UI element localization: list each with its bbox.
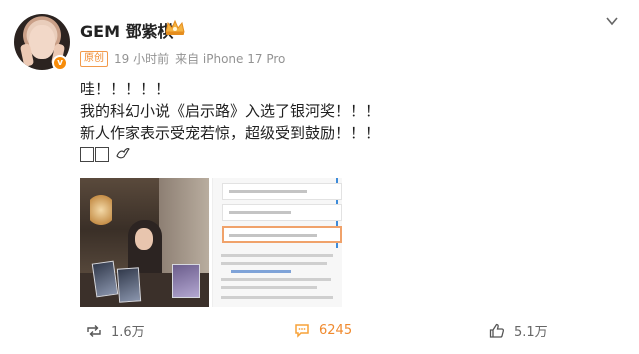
like-count: 5.1万	[514, 325, 548, 340]
text-line	[221, 254, 333, 257]
like-button[interactable]: 5.1万	[488, 321, 548, 340]
text-line	[229, 211, 291, 214]
book-cover	[91, 260, 119, 298]
post-emoji-line	[80, 146, 131, 164]
post-meta: 原创 19 小时前 来自 iPhone 17 Pro	[80, 50, 285, 67]
post-line-3: 新人作家表示受宠若惊，超级受到鼓励！！！	[80, 124, 381, 142]
comment-count: 6245	[319, 322, 353, 338]
post-action-bar: 1.6万 6245 5.1万	[0, 315, 639, 347]
text-line	[221, 286, 317, 289]
post-image-article-screenshot[interactable]	[212, 178, 342, 307]
text-line	[229, 234, 317, 237]
verified-badge-icon: v	[52, 55, 68, 71]
text-line	[221, 262, 327, 265]
post-time[interactable]: 19 小时前	[114, 50, 169, 67]
vip-crown-icon	[165, 19, 185, 35]
chevron-down-icon[interactable]	[605, 14, 619, 28]
repost-button[interactable]: 1.6万	[85, 321, 145, 340]
text-line	[221, 278, 331, 281]
dove-icon	[116, 148, 130, 159]
lamp-decoration	[90, 192, 112, 228]
book-cover	[116, 267, 142, 303]
text-line	[221, 296, 333, 299]
repost-count: 1.6万	[111, 325, 145, 340]
missing-glyph-icon	[95, 147, 109, 162]
text-line	[229, 190, 307, 193]
post-image-author-with-books[interactable]	[80, 178, 209, 307]
link-line	[231, 270, 291, 273]
person-face	[135, 228, 153, 250]
username[interactable]: GEM 鄧紫棋	[80, 18, 174, 42]
comment-button[interactable]: 6245	[293, 321, 352, 339]
post-line-1: 哇！！！！！	[80, 80, 171, 98]
thumbs-up-icon	[489, 323, 505, 338]
repost-icon	[87, 324, 101, 337]
avatar-face	[29, 25, 55, 59]
post-line-2: 我的科幻小说《启示路》入选了银河奖！！！	[80, 102, 381, 120]
book-cover	[172, 264, 200, 298]
original-tag: 原创	[80, 50, 108, 67]
missing-glyph-icon	[80, 147, 94, 162]
comment-icon	[295, 324, 309, 338]
post-source: 来自 iPhone 17 Pro	[175, 52, 286, 66]
